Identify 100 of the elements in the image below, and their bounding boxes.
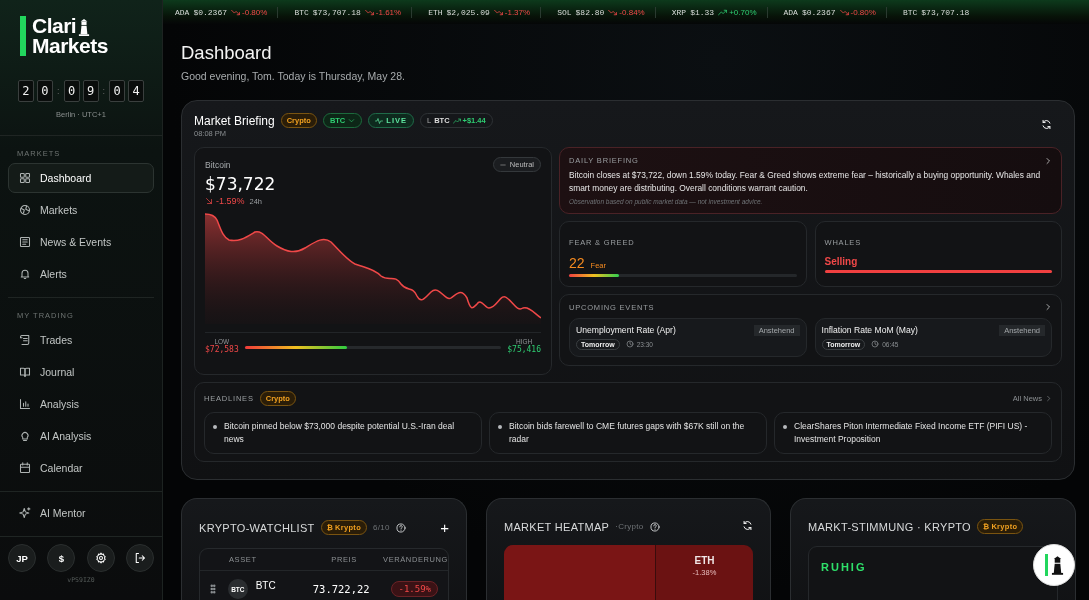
- heatmap-cell[interactable]: [504, 545, 656, 600]
- briefing-text: Bitcoin closes at $73,722, down 1.59% today. Fear & Greed shows extreme fear – historically a buying opportunity. Whales and smart money are distributing. Overall conditions warrant caution.: [569, 169, 1042, 196]
- greeting-text: Good evening, Tom. Today is Thursday, May 28.: [181, 70, 406, 82]
- trend-down-icon: [231, 7, 240, 17]
- ticker-change: -1.37%: [504, 7, 531, 17]
- item-count: 6/10: [373, 523, 390, 532]
- lighthouse-icon: [78, 19, 91, 36]
- price-change: -1.59%: [216, 196, 245, 206]
- nav-item[interactable]: AI Analysis: [8, 421, 154, 451]
- card-title: MARKT-STIMMUNG · KRYPTO: [808, 520, 971, 533]
- trend-up-icon: [718, 7, 728, 17]
- chevron-right-icon: [1044, 303, 1052, 312]
- clock-separator: :: [56, 86, 61, 96]
- chevron-right-icon: [1045, 395, 1052, 402]
- globe-icon: [19, 204, 31, 216]
- ticker-change: -0.80%: [242, 7, 268, 17]
- bell-icon: [19, 268, 31, 280]
- trend-down-icon: [608, 7, 618, 17]
- clock-icon: [625, 340, 634, 349]
- trend-up-icon: [452, 116, 461, 125]
- clock-separator: :: [101, 86, 106, 96]
- logo-text: Clari: [32, 16, 77, 36]
- nav-item[interactable]: Analysis: [8, 389, 154, 419]
- high-price: $75,416: [507, 345, 541, 354]
- lighthouse-icon: [1050, 555, 1064, 575]
- nav-item[interactable]: Trades: [8, 325, 154, 355]
- ticker-symbol: ETH: [428, 7, 443, 17]
- scroll-icon: [19, 334, 31, 346]
- help-icon: [395, 522, 406, 533]
- whales-status: Selling: [824, 255, 859, 267]
- lightbulb-icon: [19, 430, 31, 442]
- ticker-symbol: XRP: [671, 7, 687, 17]
- page-title: Dashboard: [181, 42, 273, 64]
- currency-button[interactable]: $: [47, 544, 76, 572]
- ticker-price: $2,025.09: [446, 7, 490, 17]
- settings-button[interactable]: [86, 544, 115, 572]
- clock-digit: 9: [82, 80, 99, 102]
- sparkle-icon: [19, 507, 31, 519]
- calendar-icon: [19, 462, 31, 474]
- nav-item[interactable]: Calendar: [8, 453, 154, 483]
- clock-digit: 2: [18, 80, 34, 102]
- bullet-dot: [783, 425, 787, 429]
- event-name: Inflation Rate MoM (May): [821, 325, 918, 336]
- ticker-price: $73,707.18: [312, 7, 361, 17]
- refresh-icon: [1041, 119, 1052, 130]
- avatar-button[interactable]: JP: [8, 544, 36, 572]
- grid-icon: [19, 172, 31, 184]
- book-icon: [19, 366, 31, 378]
- logout-button[interactable]: [126, 544, 154, 572]
- bullet-dot: [213, 425, 217, 429]
- asset-symbol: BTC: [255, 579, 277, 591]
- nav-item[interactable]: Alerts: [8, 259, 154, 289]
- trend-down-icon: [839, 7, 849, 17]
- ticker-symbol: ADA: [783, 7, 798, 17]
- ticker-symbol: SOL: [557, 7, 572, 17]
- bullet-dot: [498, 425, 502, 429]
- ticker-change: -0.80%: [850, 7, 876, 17]
- asset-price: $73,722: [205, 174, 277, 194]
- ticker-price: $73,707.18: [921, 7, 970, 17]
- arrow-down-right-icon: [205, 197, 213, 205]
- ticker-symbol: ADA: [175, 7, 190, 17]
- nav-item[interactable]: News & Events: [8, 227, 154, 257]
- change-badge: -1.59%: [391, 581, 438, 597]
- clock-digit: 0: [37, 80, 53, 102]
- newspaper-icon: [19, 236, 31, 248]
- ticker-price: $0.2367: [193, 7, 227, 17]
- cell-symbol: ETH: [694, 555, 715, 566]
- nav-item[interactable]: Dashboard: [8, 163, 154, 193]
- ticker-change: -0.84%: [619, 7, 645, 17]
- dash-icon: [499, 161, 506, 168]
- add-button[interactable]: +: [440, 519, 449, 536]
- nav-item[interactable]: Markets: [8, 195, 154, 225]
- ticker-price: $0.2367: [801, 7, 836, 17]
- clock-digit: 0: [63, 80, 80, 102]
- drag-handle-icon: [210, 584, 216, 594]
- low-price: $72,583: [205, 345, 239, 354]
- index-value: 22: [569, 254, 585, 271]
- nav-item[interactable]: Journal: [8, 357, 154, 387]
- settings-icon: [94, 552, 107, 564]
- pulse-icon: [375, 116, 384, 125]
- clock-digit: 4: [128, 80, 144, 102]
- ticker-symbol: BTC: [294, 7, 309, 17]
- logo-bar: [20, 16, 26, 56]
- logo-text: Markets: [32, 36, 108, 56]
- ticker-symbol: BTC: [902, 7, 918, 17]
- ticker-change: -1.61%: [375, 7, 402, 17]
- event-name: Unemployment Rate (Apr): [576, 325, 676, 336]
- trend-down-icon: [364, 7, 374, 17]
- bar-chart-icon: [19, 398, 31, 410]
- chevron-down-icon: [348, 117, 356, 124]
- refresh-icon: [742, 520, 753, 531]
- chevron-right-icon: [1044, 156, 1052, 165]
- ticker-price: $82.80: [575, 7, 605, 17]
- logout-icon: [134, 552, 146, 564]
- clock-icon: [871, 340, 880, 349]
- card-title: Market Briefing: [194, 113, 275, 128]
- sentiment-state: RUHIG: [821, 561, 867, 573]
- card-title: MARKET HEATMAP: [504, 520, 610, 533]
- help-icon: [649, 521, 660, 532]
- nav-item[interactable]: AI Mentor: [8, 498, 154, 528]
